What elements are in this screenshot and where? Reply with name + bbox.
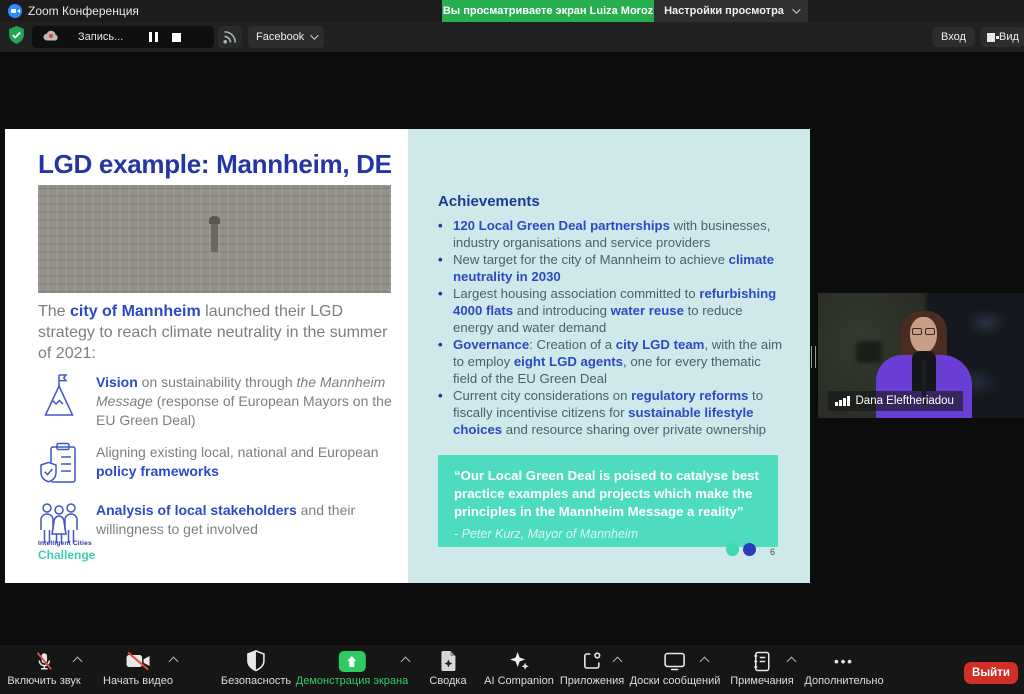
start-video-button[interactable]: Начать видео <box>103 650 173 687</box>
notes-label: Примечания <box>730 675 794 687</box>
apps-label: Приложения <box>560 675 624 687</box>
stop-recording-button[interactable] <box>172 33 181 42</box>
start-video-label: Начать видео <box>103 675 173 687</box>
slide-intro-paragraph: The city of Mannheim launched their LGD … <box>38 301 388 364</box>
pagination-dot-blue <box>743 543 756 556</box>
summary-button[interactable]: Сводка <box>429 650 466 687</box>
security-shield-icon <box>246 650 266 672</box>
notes-icon <box>753 650 770 672</box>
stream-platform-label: Facebook <box>256 31 304 43</box>
apps-icon <box>582 650 602 672</box>
view-settings-dropdown[interactable]: Настройки просмотра <box>654 0 808 22</box>
mannheim-aerial-photo <box>38 185 391 293</box>
chevron-down-icon <box>310 31 318 39</box>
list-item: Largest housing association committed to… <box>438 285 786 336</box>
summary-label: Сводка <box>429 675 466 687</box>
ai-companion-label: AI Companion <box>484 675 554 687</box>
whiteboard-icon <box>664 650 686 672</box>
list-item: 120 Local Green Deal partnerships with b… <box>438 217 786 251</box>
cloud-recording-icon <box>42 28 60 46</box>
leave-meeting-button[interactable]: Выйти <box>964 662 1018 684</box>
water-tower-shape <box>211 222 218 252</box>
unmute-button[interactable]: Включить звук <box>7 650 80 687</box>
mayor-quote-box: “Our Local Green Deal is poised to catal… <box>438 455 778 547</box>
checklist-shield-icon <box>38 442 80 488</box>
list-item: Aligning existing local, national and Eu… <box>38 442 394 488</box>
whiteboards-label: Доски сообщений <box>630 675 721 687</box>
pause-recording-button[interactable] <box>149 32 158 42</box>
list-item: Governance: Creation of a city LGD team,… <box>438 336 786 387</box>
unmute-label: Включить звук <box>7 675 80 687</box>
view-layout-icon <box>987 33 995 42</box>
bullet-text: Aligning existing local, national and Eu… <box>96 442 394 481</box>
whiteboards-button[interactable]: Доски сообщений <box>630 650 721 687</box>
slide-bullet-list: Vision on sustainability through the Man… <box>38 372 394 558</box>
list-item: New target for the city of Mannheim to a… <box>438 251 786 285</box>
mic-muted-icon <box>33 650 55 672</box>
bullet-text: Analysis of local stakeholders and their… <box>96 500 394 539</box>
signin-button[interactable]: Вход <box>932 27 975 47</box>
ai-sparkle-icon <box>508 650 530 672</box>
summary-doc-icon <box>438 650 457 672</box>
meeting-controlbar: Запись... Facebook Вход Вид <box>0 22 1024 52</box>
slide-title: LGD example: Mannheim, DE <box>38 149 392 180</box>
camera-off-icon <box>125 650 151 672</box>
pagination-dot-teal <box>726 543 739 556</box>
share-screen-label: Демонстрация экрана <box>296 675 408 687</box>
mountain-flag-icon <box>38 372 80 420</box>
list-item: Vision on sustainability through the Man… <box>38 372 394 430</box>
zoom-logo-icon <box>8 4 22 18</box>
video-panel-collapse-handle[interactable] <box>811 346 816 368</box>
slide-page-number: 6 <box>770 547 775 557</box>
security-label: Безопасность <box>221 675 291 687</box>
recording-status-label: Запись... <box>78 31 123 43</box>
encryption-shield-icon[interactable] <box>8 26 25 50</box>
quote-attribution: - Peter Kurz, Mayor of Mannheim <box>454 527 762 541</box>
slide-pagination-dots <box>726 543 756 556</box>
bottom-toolbar: Включить звук Начать видео Безопасность <box>0 645 1024 694</box>
view-layout-label: Вид <box>999 31 1019 43</box>
bullet-text: Vision on sustainability through the Man… <box>96 372 394 430</box>
shared-screen-slide: LGD example: Mannheim, DE The city of Ma… <box>5 129 810 583</box>
chevron-down-icon <box>792 5 800 13</box>
more-dots-icon: ••• <box>834 650 854 672</box>
achievements-list: 120 Local Green Deal partnerships with b… <box>438 217 786 438</box>
viewing-screen-banner: Вы просматриваете экран Luiza Moroz <box>442 0 654 22</box>
security-button[interactable]: Безопасность <box>221 650 291 687</box>
participant-video-tile[interactable]: Dana Eleftheriadou <box>818 293 1024 418</box>
notes-button[interactable]: Примечания <box>730 650 794 687</box>
window-title: Zoom Конференция <box>28 4 139 18</box>
glasses-shape <box>912 328 935 335</box>
recording-indicator: Запись... <box>32 26 214 48</box>
more-button[interactable]: ••• Дополнительно <box>804 650 883 687</box>
achievements-heading: Achievements <box>438 193 540 210</box>
apps-button[interactable]: Приложения <box>560 650 624 687</box>
icc-logo-line2: Challenge <box>38 549 95 561</box>
slide-achievements-panel: Achievements 120 Local Green Deal partne… <box>408 129 810 583</box>
share-screen-icon <box>339 650 366 672</box>
list-item: Current city considerations on regulator… <box>438 387 786 438</box>
icc-logo: Intelligent Cities Challenge <box>38 541 95 561</box>
more-label: Дополнительно <box>804 675 883 687</box>
share-screen-button[interactable]: Демонстрация экрана <box>296 650 408 687</box>
view-settings-label: Настройки просмотра <box>664 5 784 17</box>
stream-platform-dropdown[interactable]: Facebook <box>248 26 324 48</box>
ai-companion-button[interactable]: AI Companion <box>484 650 554 687</box>
audio-level-icon <box>835 396 850 406</box>
quote-text: “Our Local Green Deal is poised to catal… <box>454 467 762 521</box>
participant-nametag: Dana Eleftheriadou <box>828 391 963 411</box>
icc-logo-line1: Intelligent Cities <box>38 541 95 548</box>
participant-name: Dana Eleftheriadou <box>856 395 954 407</box>
window-titlebar: Zoom Конференция Вы просматриваете экран… <box>0 0 1024 22</box>
livestream-icon[interactable] <box>218 26 242 48</box>
view-layout-button[interactable]: Вид <box>980 27 1024 47</box>
